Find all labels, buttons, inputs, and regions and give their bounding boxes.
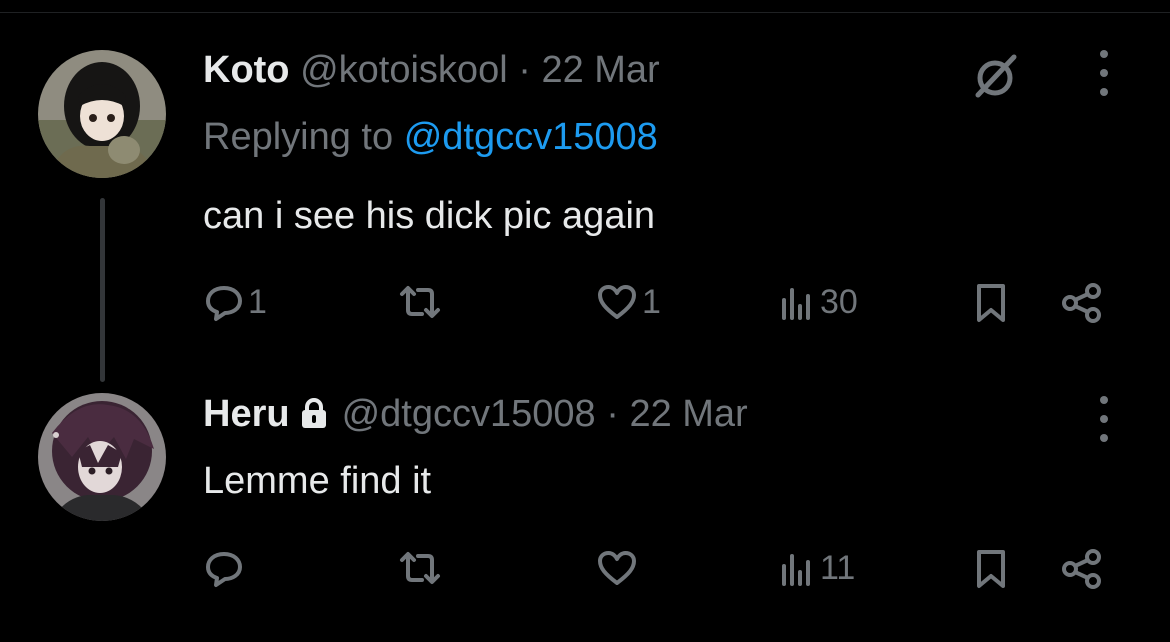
tweet-date[interactable]: 22 Mar	[629, 393, 747, 435]
tweet-header: Koto @kotoiskool · 22 Mar	[203, 51, 660, 89]
reply-button[interactable]: 1	[204, 282, 267, 322]
share-icon	[1062, 549, 1101, 589]
views-button[interactable]: 11	[780, 548, 855, 588]
separator-dot: ·	[606, 393, 619, 435]
avatar[interactable]	[38, 393, 166, 521]
bookmark-icon	[977, 284, 1005, 322]
tweet-date[interactable]: 22 Mar	[541, 49, 659, 91]
share-button[interactable]	[1060, 548, 1104, 590]
display-name[interactable]: Heru	[203, 393, 290, 435]
retweet-icon	[400, 552, 440, 584]
lock-icon	[300, 397, 328, 436]
like-icon	[598, 551, 636, 585]
reply-icon	[206, 552, 242, 587]
views-icon	[782, 554, 810, 586]
grok-icon[interactable]	[968, 49, 1022, 103]
tweet-text: Lemme find it	[203, 460, 432, 502]
more-icon[interactable]	[1096, 396, 1112, 442]
reply-button[interactable]	[204, 548, 244, 588]
like-button[interactable]	[596, 548, 638, 588]
replying-to-line: Replying to @dtgccv15008	[203, 118, 658, 156]
tweet-header: Heru @dtgccv15008 · 22 Mar	[203, 395, 748, 436]
replying-prefix: Replying to	[203, 116, 394, 158]
reply-icon	[206, 286, 242, 321]
retweet-button[interactable]	[396, 282, 444, 322]
user-handle[interactable]: @dtgccv15008	[342, 393, 596, 435]
tweet-text: can i see his dick pic again	[203, 195, 656, 237]
more-icon[interactable]	[1096, 50, 1112, 96]
views-button[interactable]: 30	[780, 282, 858, 322]
mention-link[interactable]: @dtgccv15008	[404, 116, 658, 158]
share-icon	[1062, 283, 1101, 323]
separator-dot: ·	[518, 49, 531, 91]
like-count: 1	[642, 283, 661, 321]
bookmark-icon	[977, 550, 1005, 588]
retweet-icon	[400, 286, 440, 318]
reply-count: 1	[248, 283, 267, 321]
bookmark-button[interactable]	[974, 282, 1008, 324]
view-count: 30	[820, 283, 858, 321]
share-button[interactable]	[1060, 282, 1104, 324]
bookmark-button[interactable]	[974, 548, 1008, 590]
view-count: 11	[820, 549, 856, 587]
views-icon	[782, 288, 810, 320]
user-handle[interactable]: @kotoiskool	[300, 49, 508, 91]
display-name[interactable]: Koto	[203, 49, 290, 91]
like-button[interactable]: 1	[596, 282, 661, 322]
avatar[interactable]	[38, 50, 166, 178]
thread-connector-line	[100, 198, 105, 382]
avatar-image	[38, 393, 166, 521]
retweet-button[interactable]	[396, 548, 444, 588]
avatar-image	[38, 50, 166, 178]
top-divider	[0, 12, 1170, 13]
like-icon	[598, 285, 636, 319]
